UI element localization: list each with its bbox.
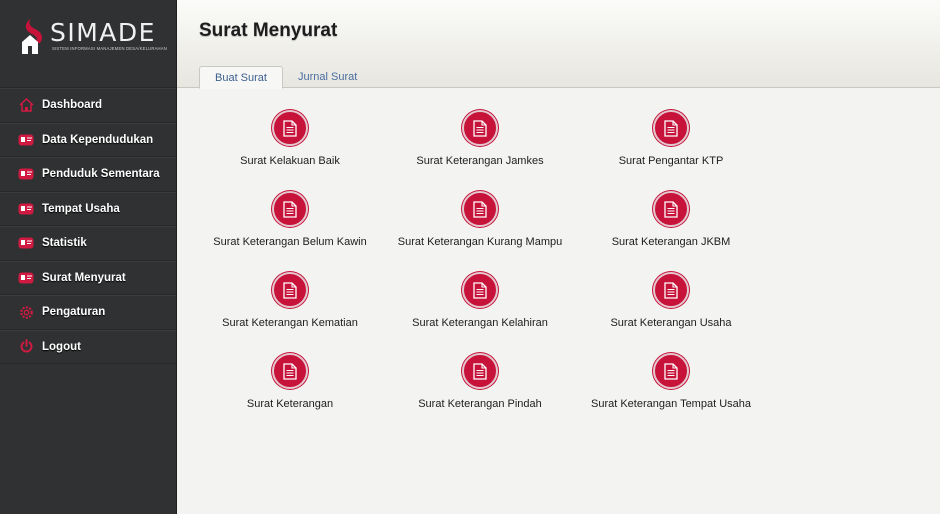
letter-item-label: Surat Keterangan JKBM	[611, 236, 731, 248]
tab-buat-surat[interactable]: Buat Surat	[199, 66, 283, 89]
letter-item-usaha[interactable]: Surat Keterangan Usaha	[576, 272, 766, 329]
gear-icon	[18, 304, 34, 320]
id-card-icon	[18, 270, 34, 286]
letter-item-belum-kawin[interactable]: Surat Keterangan Belum Kawin	[195, 191, 385, 248]
logo-subtitle: SISTEM INFORMASI MANAJEMEN DESA/KELURAHA…	[52, 46, 167, 51]
sidebar-item-label: Pengaturan	[42, 306, 106, 319]
letter-item-label: Surat Keterangan Jamkes	[416, 155, 544, 167]
letter-item-label: Surat Keterangan Belum Kawin	[213, 236, 367, 248]
letter-item-label: Surat Keterangan Usaha	[610, 317, 732, 329]
logo-icon	[22, 18, 43, 54]
letter-item-label: Surat Keterangan	[246, 398, 334, 410]
power-icon	[18, 339, 34, 355]
sidebar-item-pengaturan[interactable]: Pengaturan	[0, 295, 176, 330]
sidebar-item-label: Logout	[42, 340, 81, 353]
logo[interactable]: SIMADE SISTEM INFORMASI MANAJEMEN DESA/K…	[0, 0, 176, 88]
page-title: Surat Menyurat	[199, 20, 338, 41]
letter-item-tempat-usaha[interactable]: Surat Keterangan Tempat Usaha	[576, 353, 766, 410]
tab-bar: Buat Surat Jurnal Surat	[199, 66, 372, 89]
sidebar-item-label: Tempat Usaha	[42, 202, 120, 215]
letter-item-label: Surat Keterangan Kelahiran	[412, 317, 548, 329]
letter-item-kelahiran[interactable]: Surat Keterangan Kelahiran	[385, 272, 575, 329]
sidebar-item-logout[interactable]: Logout	[0, 329, 176, 364]
letter-item-label: Surat Kelakuan Baik	[240, 155, 340, 167]
letter-item-jamkes[interactable]: Surat Keterangan Jamkes	[385, 110, 575, 167]
sidebar-item-label: Dashboard	[42, 99, 103, 112]
id-card-icon	[18, 132, 34, 148]
sidebar-item-dashboard[interactable]: Dashboard	[0, 88, 176, 123]
letter-item-jkbm[interactable]: Surat Keterangan JKBM	[576, 191, 766, 248]
tab-jurnal-surat[interactable]: Jurnal Surat	[283, 66, 372, 89]
letter-item-label: Surat Keterangan Tempat Usaha	[590, 398, 751, 410]
sidebar-item-surat-menyurat[interactable]: Surat Menyurat	[0, 260, 176, 295]
letter-item-kematian[interactable]: Surat Keterangan Kematian	[195, 272, 385, 329]
document-icon	[462, 191, 498, 227]
main-content: Surat Menyurat Buat Surat Jurnal Surat S…	[177, 0, 940, 514]
sidebar-menu: Dashboard Data Kependudukan Penduduk Sem…	[0, 88, 176, 364]
document-icon	[653, 272, 689, 308]
letter-item-pengantar-ktp[interactable]: Surat Pengantar KTP	[576, 110, 766, 167]
id-card-icon	[18, 235, 34, 251]
letter-item-label: Surat Pengantar KTP	[618, 155, 724, 167]
document-icon	[653, 191, 689, 227]
document-icon	[272, 272, 308, 308]
sidebar-item-statistik[interactable]: Statistik	[0, 226, 176, 261]
sidebar-item-label: Data Kependudukan	[42, 133, 154, 146]
letter-item-label: Surat Keterangan Kurang Mampu	[397, 236, 563, 248]
letter-item-keterangan[interactable]: Surat Keterangan	[195, 353, 385, 410]
sidebar-item-tempat-usaha[interactable]: Tempat Usaha	[0, 191, 176, 226]
document-icon	[653, 110, 689, 146]
sidebar-item-label: Penduduk Sementara	[42, 168, 160, 181]
letter-item-kelakuan-baik[interactable]: Surat Kelakuan Baik	[195, 110, 385, 167]
id-card-icon	[18, 201, 34, 217]
document-icon	[462, 272, 498, 308]
home-icon	[18, 97, 34, 113]
document-icon	[272, 110, 308, 146]
document-icon	[272, 191, 308, 227]
document-icon	[462, 353, 498, 389]
sidebar-item-data-kependudukan[interactable]: Data Kependudukan	[0, 122, 176, 157]
sidebar: SIMADE SISTEM INFORMASI MANAJEMEN DESA/K…	[0, 0, 177, 514]
letter-grid: Surat Kelakuan Baik Surat Keterangan Jam…	[177, 88, 940, 514]
letter-item-label: Surat Keterangan Pindah	[418, 398, 542, 410]
page-header: Surat Menyurat Buat Surat Jurnal Surat	[177, 0, 940, 89]
letter-item-pindah[interactable]: Surat Keterangan Pindah	[385, 353, 575, 410]
letter-item-label: Surat Keterangan Kematian	[222, 317, 358, 329]
document-icon	[462, 110, 498, 146]
document-icon	[653, 353, 689, 389]
sidebar-item-label: Statistik	[42, 237, 87, 250]
logo-title: SIMADE	[50, 18, 156, 47]
id-card-icon	[18, 166, 34, 182]
letter-item-kurang-mampu[interactable]: Surat Keterangan Kurang Mampu	[385, 191, 575, 248]
sidebar-item-penduduk-sementara[interactable]: Penduduk Sementara	[0, 157, 176, 192]
document-icon	[272, 353, 308, 389]
sidebar-item-label: Surat Menyurat	[42, 271, 126, 284]
